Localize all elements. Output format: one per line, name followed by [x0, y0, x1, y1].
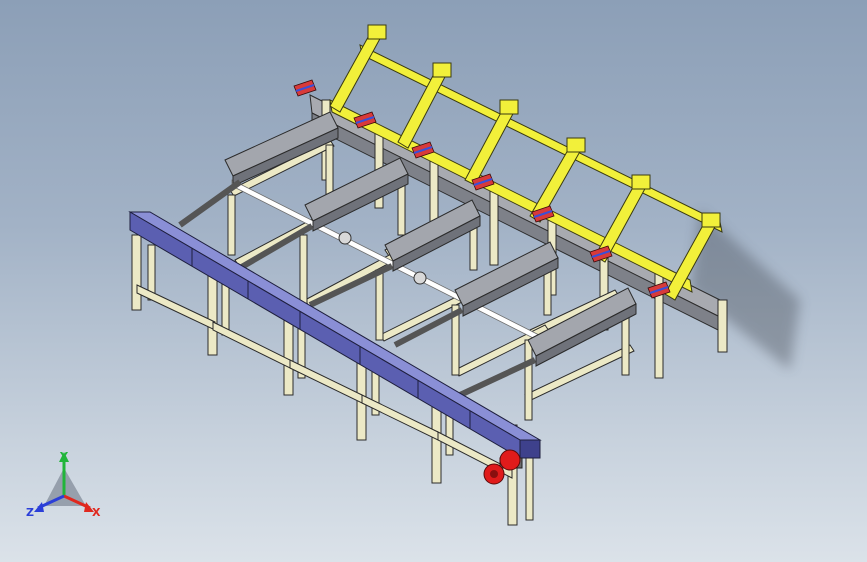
z-axis-label: Z — [26, 506, 34, 519]
coordinate-triad: Y X Z — [26, 450, 101, 519]
x-axis-label: X — [92, 506, 101, 519]
z-axis-arrow — [34, 502, 44, 512]
y-axis-label: Y — [59, 450, 69, 463]
front-conveyor — [128, 211, 542, 459]
cad-viewport[interactable]: Y X Z — [0, 0, 867, 562]
machine-model-3d[interactable] — [0, 0, 867, 562]
front-frame-legs — [131, 234, 534, 526]
